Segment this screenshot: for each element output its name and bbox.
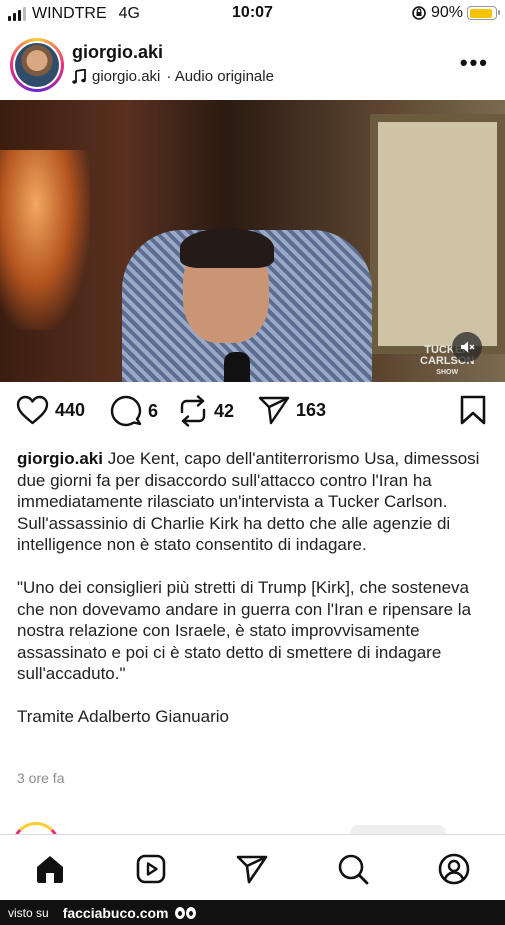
nav-search[interactable]: [333, 849, 373, 889]
status-bar: WINDTRE 4G 10:07 90%: [0, 0, 505, 28]
comment-icon: [110, 395, 142, 427]
nav-direct[interactable]: [232, 849, 272, 889]
nav-home[interactable]: [30, 849, 70, 889]
watermark-prefix: visto su: [8, 905, 49, 920]
comment-count: 6: [148, 400, 159, 421]
save-button[interactable]: [460, 395, 486, 425]
site-watermark: visto su facciabuco.com: [0, 900, 505, 925]
post-timestamp: 3 ore fa: [17, 770, 65, 786]
caption-username[interactable]: giorgio.aki: [17, 449, 103, 468]
video-scene-painting: [370, 114, 505, 354]
story-ring[interactable]: [10, 38, 64, 92]
heart-icon: [16, 395, 49, 425]
nav-reels[interactable]: [131, 849, 171, 889]
video-scene-hair: [180, 228, 274, 268]
search-icon: [338, 854, 369, 885]
share-count: 163: [296, 399, 327, 420]
nav-profile[interactable]: [434, 849, 474, 889]
caption-text-3: Tramite Adalberto Gianuario: [17, 707, 229, 726]
audio-line[interactable]: giorgio.aki · Audio originale: [72, 68, 274, 85]
battery-icon: [467, 6, 500, 20]
repost-count: 42: [214, 400, 235, 421]
more-options-icon[interactable]: •••: [460, 50, 489, 76]
bottom-nav: [0, 834, 505, 900]
share-button[interactable]: 163: [258, 395, 326, 425]
eyes-icon: [174, 906, 196, 919]
battery-area: 90%: [411, 4, 500, 22]
comment-button[interactable]: 6: [110, 395, 158, 427]
battery-percent: 90%: [430, 4, 463, 21]
reels-icon: [136, 854, 166, 884]
audio-owner[interactable]: giorgio.aki: [92, 68, 160, 85]
post-username[interactable]: giorgio.aki: [72, 42, 163, 63]
music-note-icon: [72, 68, 86, 84]
next-post-avatar[interactable]: [12, 822, 60, 834]
next-post-preview: [0, 818, 505, 834]
post-video[interactable]: TUCKER CARLSON SHOW: [0, 100, 505, 382]
action-bar: 440 6 42 163: [0, 395, 505, 435]
audio-label: · Audio originale: [166, 68, 274, 85]
home-icon: [37, 856, 63, 883]
next-post-follow-button[interactable]: [350, 825, 446, 834]
repost-icon: [180, 395, 206, 427]
like-button[interactable]: 440: [16, 395, 85, 425]
avatar[interactable]: [15, 43, 59, 87]
post-header: giorgio.aki giorgio.aki · Audio original…: [0, 36, 505, 96]
orientation-lock-icon: [412, 6, 426, 20]
video-scene-lamp: [0, 150, 90, 330]
speaker-muted-icon[interactable]: [452, 332, 482, 362]
like-count: 440: [55, 399, 86, 420]
watermark-brand: facciabuco.com: [62, 904, 169, 921]
post-caption: giorgio.aki Joe Kent, capo dell'antiterr…: [17, 448, 487, 749]
profile-icon: [438, 853, 470, 885]
repost-button[interactable]: 42: [178, 395, 234, 427]
video-scene-microphone: [224, 352, 250, 382]
bookmark-icon: [460, 395, 486, 425]
send-icon: [236, 855, 268, 884]
send-icon: [258, 396, 290, 425]
caption-text-2: "Uno dei consiglieri più stretti di Trum…: [17, 578, 472, 683]
